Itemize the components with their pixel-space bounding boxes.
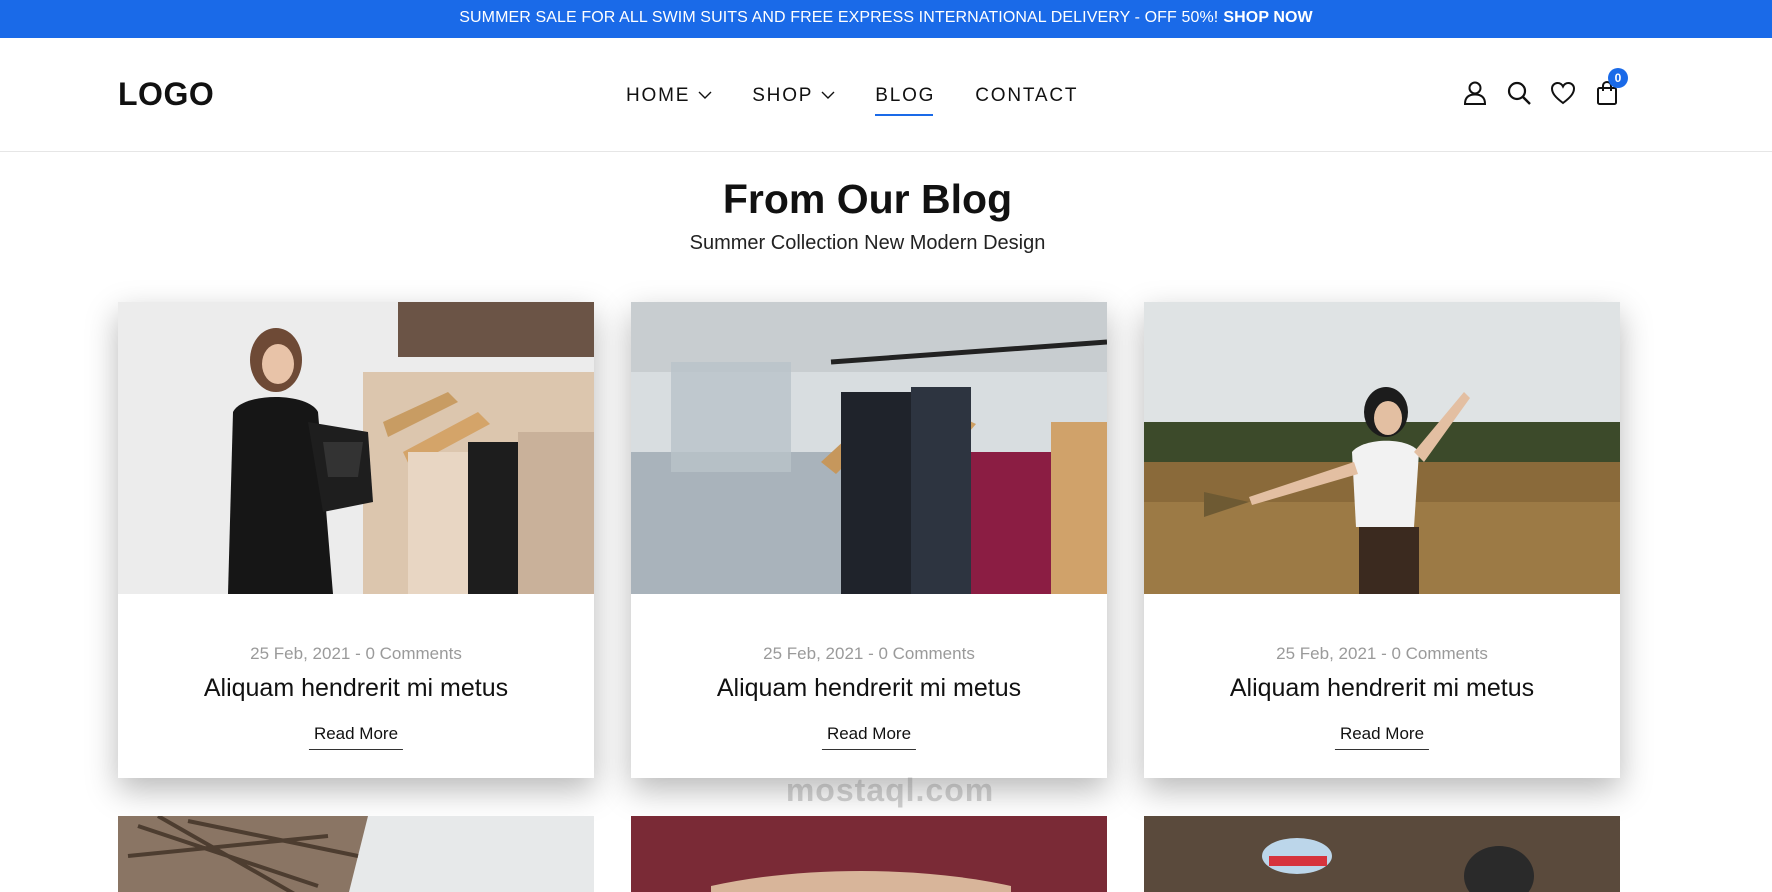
nav-item-label: HOME bbox=[626, 85, 691, 106]
cart-icon[interactable]: 0 bbox=[1592, 68, 1628, 108]
announcement-text: SUMMER SALE FOR ALL SWIM SUITS AND FREE … bbox=[459, 9, 1219, 26]
chevron-down-icon bbox=[698, 91, 712, 100]
blog-card-image[interactable] bbox=[1144, 816, 1620, 892]
blog-card: 25 Feb, 2021 - 0 Comments Aliquam hendre… bbox=[631, 302, 1107, 778]
user-icon[interactable] bbox=[1460, 78, 1490, 108]
read-more-link[interactable]: Read More bbox=[308, 724, 404, 750]
nav-item-shop[interactable]: SHOP bbox=[752, 82, 835, 110]
chevron-down-icon bbox=[821, 91, 835, 100]
blog-card: 25 Feb, 2021 - 0 Comments Aliquam hendre… bbox=[1144, 302, 1620, 778]
header-actions: 0 bbox=[1460, 68, 1636, 108]
nav-item-contact[interactable]: CONTACT bbox=[975, 82, 1078, 110]
cart-count-badge: 0 bbox=[1608, 68, 1628, 88]
blog-image[interactable] bbox=[631, 302, 1107, 594]
nav-item-label: SHOP bbox=[752, 85, 814, 106]
section-title: From Our Blog bbox=[722, 176, 1013, 222]
read-more-link[interactable]: Read More bbox=[821, 724, 917, 750]
search-icon[interactable] bbox=[1504, 78, 1534, 108]
main-nav: HOME SHOP BLOG CONTACT bbox=[626, 82, 1118, 116]
read-more-link[interactable]: Read More bbox=[1334, 724, 1430, 750]
announcement-bar: SUMMER SALE FOR ALL SWIM SUITS AND FREE … bbox=[0, 0, 1772, 38]
blog-card-image[interactable] bbox=[118, 816, 594, 892]
nav-item-blog[interactable]: BLOG bbox=[875, 82, 936, 116]
post-meta: 25 Feb, 2021 - 0 Comments bbox=[1276, 644, 1488, 663]
shop-now-link[interactable]: SHOP NOW bbox=[1223, 9, 1312, 27]
post-meta: 25 Feb, 2021 - 0 Comments bbox=[250, 644, 462, 663]
blog-card-image[interactable] bbox=[631, 816, 1107, 892]
heart-icon[interactable] bbox=[1548, 78, 1578, 108]
nav-item-label: CONTACT bbox=[975, 85, 1079, 106]
post-meta: 25 Feb, 2021 - 0 Comments bbox=[763, 644, 975, 663]
blog-card: 25 Feb, 2021 - 0 Comments Aliquam hendre… bbox=[118, 302, 594, 778]
site-logo[interactable]: LOGO bbox=[118, 76, 214, 113]
blog-image[interactable] bbox=[118, 302, 594, 594]
nav-item-label: BLOG bbox=[875, 85, 936, 106]
watermark: mostaql.com bbox=[785, 772, 995, 808]
blog-image[interactable] bbox=[1144, 302, 1620, 594]
site-header: LOGO HOME SHOP BLOG CONTACT 0 bbox=[0, 38, 1772, 152]
post-title[interactable]: Aliquam hendrerit mi metus bbox=[1144, 674, 1620, 703]
nav-item-home[interactable]: HOME bbox=[626, 82, 712, 110]
section-subtitle: Summer Collection New Modern Design bbox=[689, 232, 1046, 254]
post-title[interactable]: Aliquam hendrerit mi metus bbox=[631, 674, 1107, 703]
post-title[interactable]: Aliquam hendrerit mi metus bbox=[118, 674, 594, 703]
